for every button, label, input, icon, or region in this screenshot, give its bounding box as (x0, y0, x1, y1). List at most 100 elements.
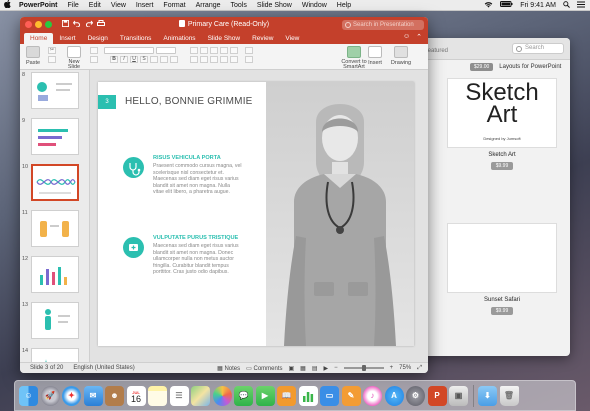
collapse-ribbon-icon[interactable]: ⌃ (416, 33, 422, 41)
fit-to-window-icon[interactable]: ⤢ (417, 365, 422, 372)
menu-help[interactable]: Help (332, 2, 356, 9)
section-1-heading[interactable]: RISUS VEHICULA PORTA (153, 155, 221, 161)
facetime-icon[interactable]: ▶ (255, 385, 275, 406)
new-slide-icon[interactable] (67, 46, 81, 58)
slide-thumbnail[interactable] (31, 72, 79, 109)
minimize-window-button[interactable] (35, 21, 42, 28)
normal-view-icon[interactable]: ▣ (289, 365, 295, 372)
contacts-icon[interactable]: ☻ (105, 385, 124, 406)
menu-view[interactable]: View (106, 2, 131, 9)
zoom-in-icon[interactable]: + (390, 365, 394, 371)
align-left-icon[interactable] (190, 56, 198, 63)
layout-icon[interactable] (90, 47, 98, 54)
tab-home[interactable]: Home (24, 33, 54, 44)
align-right-icon[interactable] (210, 56, 218, 63)
pages-icon[interactable]: ✎ (341, 385, 361, 406)
bullets-icon[interactable] (190, 47, 198, 54)
decrease-indent-icon[interactable] (210, 47, 218, 54)
spotlight-search-icon[interactable] (563, 0, 570, 10)
launchpad-icon[interactable]: 🚀 (40, 385, 60, 406)
menu-arrange[interactable]: Arrange (191, 2, 226, 9)
battery-icon[interactable] (500, 1, 513, 9)
menu-slide-show[interactable]: Slide Show (252, 2, 297, 9)
slide-thumbnail[interactable] (31, 302, 79, 339)
tab-view[interactable]: View (279, 33, 305, 44)
menu-app-name[interactable]: PowerPoint (14, 2, 63, 9)
numbers-icon[interactable] (298, 385, 318, 406)
paste-group[interactable]: Paste (26, 46, 40, 66)
wifi-icon[interactable] (484, 1, 493, 10)
reminders-icon[interactable]: ☰ (169, 385, 189, 406)
numbering-icon[interactable] (200, 47, 208, 54)
menu-format[interactable]: Format (158, 2, 190, 9)
zoom-level[interactable]: 75% (399, 365, 411, 371)
store-header-price[interactable]: $29.00 (470, 63, 494, 71)
slide-thumbnail[interactable] (31, 348, 79, 362)
columns-icon[interactable] (230, 56, 238, 63)
downloads-folder-icon[interactable]: ⬇ (478, 385, 497, 406)
store-search-input[interactable]: Search (512, 43, 564, 54)
menubar-clock[interactable]: Fri 9:41 AM (520, 2, 556, 9)
store-card-price-button[interactable]: $9.99 (491, 307, 513, 315)
strikethrough-icon[interactable]: S (140, 56, 148, 63)
tab-slide-show[interactable]: Slide Show (202, 33, 247, 44)
system-preferences-icon[interactable]: ⚙ (406, 385, 425, 406)
menu-insert[interactable]: Insert (131, 2, 159, 9)
app-store-icon[interactable]: A (384, 385, 404, 406)
justify-icon[interactable] (220, 56, 228, 63)
italic-icon[interactable]: I (120, 56, 128, 63)
trash-icon[interactable]: 🗑 (499, 385, 519, 406)
drawing-group[interactable]: Drawing (390, 46, 412, 66)
section-1-body[interactable]: Praesent commodo cursus magna, vel scele… (153, 163, 253, 196)
bold-icon[interactable]: B (110, 56, 118, 63)
tab-animations[interactable]: Animations (157, 33, 201, 44)
messages-icon[interactable]: 💬 (234, 385, 253, 406)
insert-group[interactable]: Insert (366, 46, 384, 66)
reading-view-icon[interactable]: ▤ (312, 365, 318, 372)
notification-center-icon[interactable] (577, 1, 585, 10)
text-direction-icon[interactable] (245, 47, 253, 54)
slide-title[interactable]: HELLO, BONNIE GRIMMIE (125, 96, 253, 107)
slide-thumbnail[interactable] (31, 256, 79, 293)
doctor-photo[interactable] (266, 82, 414, 346)
itunes-icon[interactable]: ♪ (363, 385, 382, 406)
undo-icon[interactable] (72, 20, 81, 29)
finder-icon[interactable]: ☺ (19, 385, 38, 406)
paste-icon[interactable] (26, 46, 41, 58)
slide-thumbnail[interactable] (31, 210, 79, 247)
slide-thumbnail[interactable] (31, 118, 79, 155)
safari-icon[interactable]: ✦ (62, 385, 81, 406)
cut-icon[interactable]: ✂ (48, 47, 56, 54)
insert-shapes-icon[interactable] (368, 46, 382, 58)
save-icon[interactable] (62, 20, 69, 29)
tab-design[interactable]: Design (82, 33, 114, 44)
new-slide-group[interactable]: New Slide (64, 46, 84, 70)
menu-file[interactable]: File (63, 2, 84, 9)
redo-icon[interactable] (85, 20, 94, 29)
slideshow-view-icon[interactable]: ▶ (324, 365, 329, 372)
align-text-icon[interactable] (245, 56, 253, 63)
underline-icon[interactable]: U (130, 56, 138, 63)
superscript-icon[interactable] (150, 56, 158, 63)
store-card-price-button[interactable]: $9.99 (491, 162, 513, 170)
menu-edit[interactable]: Edit (84, 2, 106, 9)
ibooks-icon[interactable]: 📖 (277, 385, 296, 406)
copy-icon[interactable] (48, 56, 56, 63)
search-presentation-input[interactable]: Search in Presentation (342, 20, 424, 30)
line-spacing-icon[interactable] (230, 47, 238, 54)
zoom-slider[interactable] (343, 365, 384, 371)
tab-review[interactable]: Review (246, 33, 279, 44)
store-card-thumbnail[interactable]: Sunset Safari (447, 223, 557, 293)
font-name-select[interactable] (104, 47, 154, 54)
notes-button[interactable]: ▦ Notes (217, 365, 240, 372)
store-card-thumbnail[interactable]: Sketch Art Designed by Jumsoft (447, 78, 557, 148)
slide-sorter-icon[interactable]: ▦ (300, 365, 306, 372)
current-slide[interactable]: 3 HELLO, BONNIE GRIMMIE RISUS VEHICULA P… (98, 82, 414, 346)
comments-button[interactable]: ▭ Comments (246, 365, 282, 372)
notes-icon[interactable] (148, 385, 167, 406)
font-size-select[interactable] (156, 47, 176, 54)
zoom-window-button[interactable] (45, 21, 52, 28)
close-window-button[interactable] (25, 21, 32, 28)
tab-insert[interactable]: Insert (53, 33, 81, 44)
photos-icon[interactable] (212, 385, 232, 406)
